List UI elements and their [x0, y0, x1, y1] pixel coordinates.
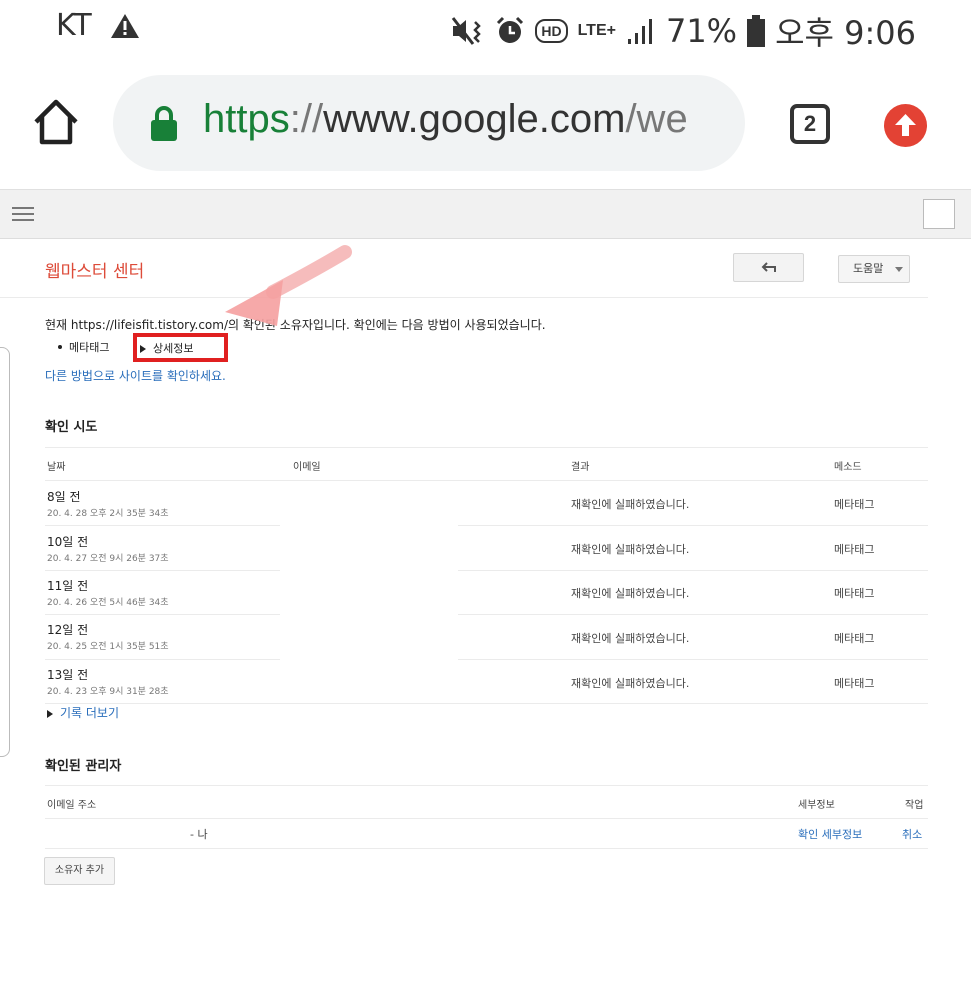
home-icon[interactable]	[30, 96, 82, 148]
more-history-label: 기록 더보기	[60, 706, 120, 720]
row-date: 12일 전	[47, 623, 89, 637]
row-timestamp: 20. 4. 23 오후 9시 31분 28초	[47, 687, 169, 697]
row-date: 13일 전	[47, 668, 89, 682]
signal-icon	[627, 19, 652, 44]
col-header-result: 결과	[571, 462, 590, 473]
other-method-link[interactable]: 다른 방법으로 사이트를 확인하세요.	[45, 367, 226, 384]
clock: 오후 9:06	[775, 14, 916, 52]
row-result: 재확인에 실패하였습니다.	[571, 498, 690, 511]
alarm-icon	[497, 16, 524, 43]
lte-plus-icon: LTE+	[577, 22, 616, 39]
battery-icon	[747, 15, 766, 47]
row-timestamp: 20. 4. 26 오전 5시 46분 34초	[47, 598, 169, 608]
address-bar[interactable]: https://www.google.com/we	[113, 75, 745, 171]
divider	[45, 480, 928, 481]
hd-voice-icon: HD	[535, 19, 568, 43]
owner-email: - 나	[190, 828, 208, 841]
row-method: 메타태그	[834, 632, 875, 645]
col-header-details: 세부정보	[798, 800, 835, 811]
scroll-edge	[0, 347, 10, 757]
triangle-right-icon	[140, 345, 146, 353]
back-button[interactable]	[733, 253, 804, 282]
divider	[45, 525, 280, 526]
divider	[458, 659, 928, 660]
divider	[458, 525, 928, 526]
row-result: 재확인에 실패하였습니다.	[571, 587, 690, 600]
row-method: 메타태그	[834, 498, 875, 511]
annotation-arrow-icon	[225, 245, 352, 326]
bullet	[58, 345, 62, 349]
row-date: 11일 전	[47, 579, 89, 593]
divider	[45, 447, 928, 448]
carrier-label: KT	[56, 8, 92, 43]
warning-triangle-icon	[110, 13, 139, 38]
row-method: 메타태그	[834, 587, 875, 600]
row-timestamp: 20. 4. 27 오전 9시 26분 37초	[47, 554, 169, 564]
row-timestamp: 20. 4. 25 오전 1시 35분 51초	[47, 642, 169, 652]
divider	[45, 818, 928, 819]
chevron-down-icon	[895, 267, 903, 272]
page-title: 웹마스터 센터	[45, 262, 145, 282]
row-result: 재확인에 실패하였습니다.	[571, 543, 690, 556]
add-owner-button[interactable]: 소유자 추가	[44, 857, 115, 885]
divider	[45, 659, 280, 660]
help-label: 도움말	[853, 262, 884, 275]
method-label: 메타태그	[69, 341, 110, 354]
col-header-date: 날짜	[47, 462, 66, 473]
divider	[45, 703, 928, 704]
page-toolbar	[0, 190, 971, 239]
triangle-right-icon	[47, 709, 53, 718]
row-method: 메타태그	[834, 543, 875, 556]
details-toggle[interactable]: 상세정보	[140, 340, 193, 356]
status-bar: KT HD LTE+ 71% 오후 9:06	[0, 0, 971, 58]
checkbox-button[interactable]	[923, 199, 955, 229]
row-date: 10일 전	[47, 535, 89, 549]
col-header-action: 작업	[905, 800, 924, 811]
tab-switcher-button[interactable]: 2	[790, 104, 830, 144]
battery-percent: 71%	[665, 12, 738, 50]
more-history-link[interactable]: 기록 더보기	[47, 704, 119, 721]
menu-icon[interactable]	[12, 207, 34, 221]
row-timestamp: 20. 4. 28 오후 2시 35분 34초	[47, 509, 169, 519]
update-button[interactable]	[884, 104, 927, 147]
divider	[458, 570, 928, 571]
url-text: https://www.google.com/we	[203, 97, 688, 141]
col-header-method: 메소드	[834, 462, 862, 473]
lock-icon	[151, 106, 177, 141]
owners-title: 확인된 관리자	[45, 759, 122, 774]
revoke-link[interactable]: 취소	[902, 826, 922, 842]
divider	[45, 785, 928, 786]
method-item: 메타태그	[58, 339, 109, 355]
back-arrow-icon	[761, 262, 776, 272]
row-date: 8일 전	[47, 490, 81, 504]
divider	[0, 297, 928, 298]
details-link[interactable]: 상세정보	[153, 342, 193, 355]
mute-vibrate-icon	[452, 17, 482, 45]
divider	[45, 848, 928, 849]
divider	[45, 614, 280, 615]
row-result: 재확인에 실패하였습니다.	[571, 632, 690, 645]
divider	[45, 570, 280, 571]
col-header-email-address: 이메일 주소	[47, 800, 97, 811]
arrow-up-icon	[895, 114, 916, 136]
verify-details-link[interactable]: 확인 세부정보	[798, 826, 862, 842]
help-dropdown[interactable]: 도움말	[838, 255, 910, 283]
col-header-email: 이메일	[293, 462, 321, 473]
row-result: 재확인에 실패하였습니다.	[571, 677, 690, 690]
browser-toolbar: https://www.google.com/we 2	[0, 58, 971, 190]
divider	[458, 614, 928, 615]
row-method: 메타태그	[834, 677, 875, 690]
attempts-title: 확인 시도	[45, 420, 98, 435]
